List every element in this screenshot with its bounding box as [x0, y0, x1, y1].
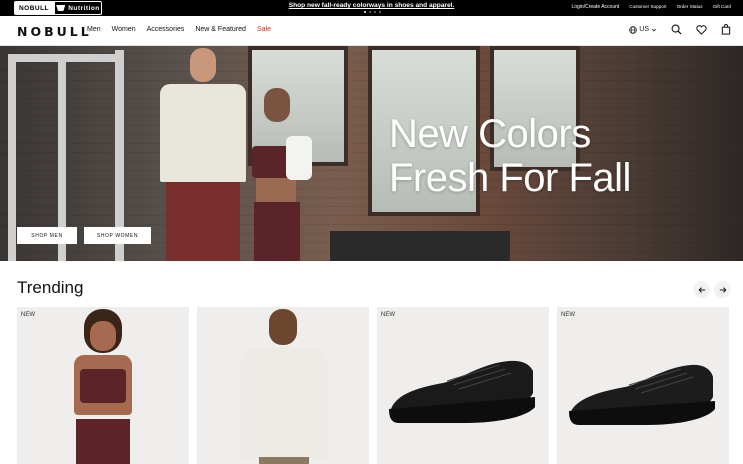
gym-bench	[330, 231, 510, 261]
chevron-down-icon	[651, 27, 657, 33]
customer-support-link[interactable]: Customer Support	[629, 4, 666, 10]
arrow-left-icon	[698, 286, 706, 294]
arrow-right-icon	[719, 286, 727, 294]
shopping-bag-icon[interactable]	[721, 24, 731, 35]
hero-headline-line1: New Colors	[389, 112, 591, 156]
hero-headline: New Colors Fresh For Fall	[389, 112, 631, 200]
shop-women-button[interactable]: SHOP WOMEN	[84, 227, 151, 244]
promo-dot[interactable]	[379, 11, 381, 13]
promo-dot[interactable]	[374, 11, 376, 13]
hero-model-woman	[248, 86, 320, 261]
product-card[interactable]: NEW	[557, 307, 729, 464]
promo-dot[interactable]	[364, 11, 366, 13]
header-actions: US	[629, 24, 731, 35]
promo-pagination	[364, 11, 381, 13]
carousel-controls	[693, 281, 731, 298]
carousel-prev-button[interactable]	[693, 281, 710, 298]
region-label: US	[639, 26, 649, 33]
region-selector[interactable]: US	[629, 25, 657, 34]
carousel-next-button[interactable]	[714, 281, 731, 298]
main-header: NOBULL Men Women Accessories New & Featu…	[0, 16, 743, 46]
nav-item-women[interactable]: Women	[112, 26, 136, 33]
nav-item-accessories[interactable]: Accessories	[147, 26, 185, 33]
order-status-link[interactable]: Order Status	[677, 4, 703, 10]
globe-icon	[629, 25, 637, 34]
product-image	[62, 307, 144, 464]
product-card[interactable]: NEW	[377, 307, 549, 464]
product-image	[569, 364, 715, 425]
product-image	[389, 360, 535, 423]
gym-rack	[8, 54, 124, 62]
main-nav: Men Women Accessories New & Featured Sal…	[87, 26, 271, 33]
hero-headline-line2: Fresh For Fall	[389, 156, 631, 200]
nav-item-men[interactable]: Men	[87, 26, 101, 33]
gift-card-link[interactable]: Gift Card	[713, 4, 731, 10]
new-badge: NEW	[561, 312, 575, 318]
hero-banner[interactable]: New Colors Fresh For Fall SHOP MEN SHOP …	[0, 46, 743, 261]
trending-heading: Trending	[17, 278, 84, 297]
login-link[interactable]: Login/Create Account	[571, 4, 619, 10]
product-card[interactable]: NEW	[17, 307, 189, 464]
utility-links: Login/Create Account Customer Support Or…	[571, 4, 731, 10]
hero-model-man	[160, 46, 246, 261]
nav-item-sale[interactable]: Sale	[257, 26, 271, 33]
site-logo[interactable]: NOBULL	[17, 24, 92, 39]
gym-rack	[8, 56, 16, 261]
new-badge: NEW	[381, 312, 395, 318]
nav-item-new-featured[interactable]: New & Featured	[195, 26, 246, 33]
search-icon[interactable]	[671, 24, 682, 35]
product-image	[241, 307, 327, 464]
utility-bar: NOBULL Nutrition Shop new fall-ready col…	[0, 0, 743, 16]
product-card[interactable]	[197, 307, 369, 464]
promo-dot[interactable]	[369, 11, 371, 13]
new-badge: NEW	[21, 312, 35, 318]
wishlist-heart-icon[interactable]	[696, 24, 707, 35]
shop-men-button[interactable]: SHOP MEN	[17, 227, 77, 244]
